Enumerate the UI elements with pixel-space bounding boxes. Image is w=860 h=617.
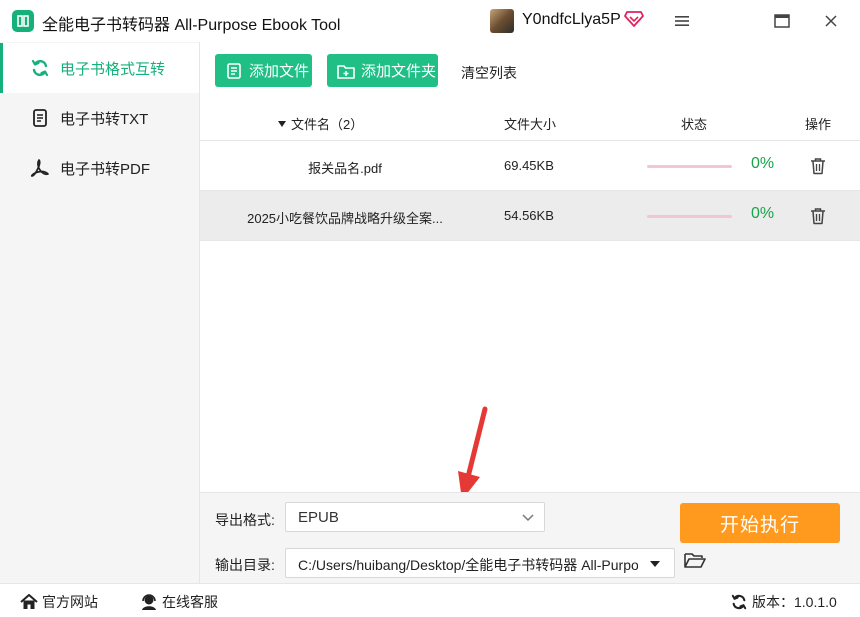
column-header-action: 操作	[805, 117, 832, 132]
table-row[interactable]: 报关品名.pdf 69.45KB 0%	[200, 141, 860, 191]
app-title: 全能电子书转码器 All-Purpose Ebook Tool	[42, 17, 341, 34]
table-header: 文件名（2） 文件大小 状态 操作	[200, 102, 860, 141]
column-header-size: 文件大小	[504, 117, 557, 132]
maximize-button[interactable]	[768, 8, 796, 34]
chevron-down-icon	[522, 514, 534, 522]
output-settings: 导出格式: EPUB 输出目录: C:/Users/huibang/Deskto…	[200, 492, 860, 583]
column-header-name[interactable]: 文件名（2）	[278, 114, 363, 133]
file-size: 54.56KB	[504, 208, 554, 223]
menu-button[interactable]	[668, 8, 696, 34]
sidebar-item-format-convert[interactable]: 电子书格式互转	[0, 43, 199, 93]
official-site-link[interactable]: 官方网站	[20, 592, 98, 612]
user-name[interactable]: Y0ndfcLlya5P	[522, 11, 621, 29]
output-dir-select[interactable]: C:/Users/huibang/Desktop/全能电子书转码器 All-Pu…	[285, 548, 675, 578]
output-dir-value: C:/Users/huibang/Desktop/全能电子书转码器 All-Pu…	[298, 557, 638, 573]
file-add-icon	[225, 62, 243, 80]
book-logo-icon	[12, 10, 34, 32]
sidebar-item-to-txt[interactable]: 电子书转TXT	[0, 93, 199, 143]
hamburger-icon	[675, 16, 689, 26]
format-label: 导出格式:	[215, 512, 275, 528]
refresh-icon	[30, 58, 50, 78]
close-icon	[825, 15, 837, 27]
progress-percent: 0%	[751, 205, 775, 222]
support-agent-icon	[140, 593, 158, 611]
add-folder-label: 添加文件夹	[361, 63, 437, 80]
sidebar-item-label: 电子书转PDF	[60, 160, 151, 178]
format-select[interactable]: EPUB	[285, 502, 545, 532]
progress-bar	[647, 165, 732, 168]
sidebar-item-to-pdf[interactable]: 电子书转PDF	[0, 143, 199, 193]
footer: 官方网站 在线客服 版本：1.0.1.0	[0, 583, 860, 617]
file-size: 69.45KB	[504, 158, 554, 173]
folder-open-icon[interactable]	[684, 551, 706, 571]
start-button[interactable]: 开始执行	[680, 503, 840, 543]
progress-percent: 0%	[751, 155, 775, 172]
title-bar: 全能电子书转码器 All-Purpose Ebook Tool Y0ndfcLl…	[0, 0, 860, 42]
table-row[interactable]: 2025小吃餐饮品牌战略升级全案... 54.56KB 0%	[200, 191, 860, 241]
sidebar-item-label: 电子书转TXT	[60, 110, 149, 128]
add-file-label: 添加文件	[249, 63, 310, 80]
diamond-heart-icon[interactable]	[624, 10, 644, 28]
annotation-arrow	[458, 406, 488, 500]
caret-down-icon	[650, 561, 660, 567]
output-dir-label: 输出目录:	[215, 557, 275, 573]
refresh-icon	[730, 593, 748, 611]
sort-down-icon	[278, 120, 286, 127]
avatar[interactable]	[490, 9, 514, 33]
file-name: 2025小吃餐饮品牌战略升级全案...	[247, 211, 443, 226]
add-folder-button[interactable]: 添加文件夹	[327, 54, 438, 87]
trash-icon[interactable]	[810, 157, 826, 175]
trash-icon[interactable]	[810, 207, 826, 225]
clear-list-button[interactable]: 清空列表	[461, 63, 517, 83]
maximize-icon	[774, 14, 790, 28]
format-value: EPUB	[298, 509, 339, 526]
close-button[interactable]	[817, 8, 845, 34]
sidebar-item-label: 电子书格式互转	[60, 60, 166, 78]
progress-bar	[647, 215, 732, 218]
version-info: 版本：1.0.1.0	[730, 592, 837, 612]
sidebar: 电子书格式互转 电子书转TXT 电子书转PDF	[0, 42, 200, 583]
pdf-icon	[30, 158, 50, 178]
column-header-status: 状态	[681, 117, 708, 132]
home-icon	[20, 593, 38, 611]
file-name: 报关品名.pdf	[308, 161, 382, 176]
online-service-link[interactable]: 在线客服	[140, 592, 218, 612]
folder-add-icon	[337, 62, 355, 80]
add-file-button[interactable]: 添加文件	[215, 54, 312, 87]
document-icon	[30, 108, 50, 128]
